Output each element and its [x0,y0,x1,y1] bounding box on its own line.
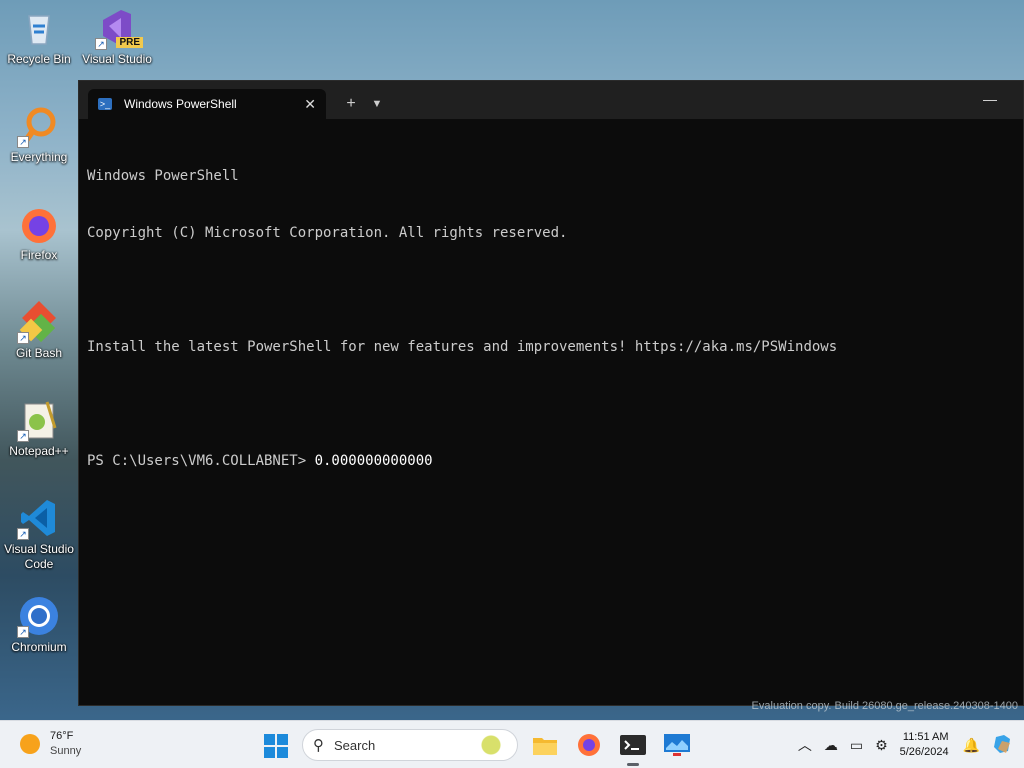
windows-logo-pane [277,747,288,758]
shortcut-arrow-icon: ↗ [17,430,29,442]
shortcut-arrow-icon: ↗ [17,528,29,540]
desktop-icon-label: Visual Studio [82,52,152,66]
search-placeholder: Search [334,737,376,753]
recycle-bin-icon[interactable]: Recycle Bin [0,6,78,67]
desktop-icon-label: Firefox [20,248,58,262]
folder-icon [533,738,557,755]
vscode-glyph: ↗ [17,496,61,540]
visual-studio-glyph: PRE ↗ [95,6,143,50]
firefox-glyph [17,202,61,246]
search-icon: ⚲ [313,737,324,754]
remote-desktop-taskbar-button[interactable] [662,730,692,760]
taskbar: 76°F Sunny ⚲ Search ︿ ☁ ▭ ⚙ 11:51 AM 5/2… [0,720,1024,768]
sun-icon [20,734,40,754]
console-line: Copyright (C) Microsoft Corporation. All… [87,225,568,241]
console-line: Install the latest PowerShell for new fe… [87,339,838,355]
console-output[interactable]: Windows PowerShell Copyright (C) Microso… [79,119,1023,519]
start-button[interactable] [264,734,288,758]
clock-date: 5/26/2024 [899,746,949,758]
chromium-glyph: ↗ [17,594,61,638]
shortcut-arrow-icon: ↗ [95,38,107,50]
windows-logo-pane [264,747,275,758]
pre-badge: PRE [116,37,143,48]
shortcut-arrow-icon: ↗ [17,332,29,344]
vscode-icon[interactable]: ↗ Visual Studio Code [0,496,78,572]
desktop-icon-label: Chromium [11,640,67,654]
notepad-plus-plus-glyph: ↗ [17,398,61,442]
search-highlight-icon [479,734,509,756]
shortcut-arrow-icon: ↗ [17,626,29,638]
prompt-line: PS C:\Users\VM6.COLLABNET> 0.00000000000… [87,452,1015,471]
windows-logo-icon [264,734,275,745]
notepad-plus-plus-icon[interactable]: ↗ Notepad++ [0,398,78,459]
prompt: PS C:\Users\VM6.COLLABNET> [87,453,315,469]
everything-icon[interactable]: ↗ Everything [0,104,78,165]
close-tab-icon[interactable]: ✕ [304,96,316,113]
visual-studio-icon[interactable]: PRE ↗ Visual Studio [78,6,156,67]
git-bash-glyph: ↗ [17,300,61,344]
minimize-button[interactable]: — [983,91,997,107]
desktop-icons: Recycle Bin PRE ↗ Visual Studio ↗ Everyt… [0,0,152,720]
recycle-bin-glyph [17,6,61,50]
accessibility-icon[interactable]: ⚙ [875,737,888,754]
terminal-taskbar-button[interactable] [618,730,648,766]
weather-widget[interactable]: 76°F Sunny [20,729,81,759]
chevron-up-icon[interactable]: ︿ [798,735,812,755]
desktop-icon-label: Git Bash [15,346,63,360]
monitor-icon [664,734,690,756]
everything-glyph: ↗ [17,104,61,148]
clock[interactable]: 11:51 AM 5/26/2024 [900,730,949,760]
weather-temp: 76°F [50,730,74,742]
search-input[interactable]: ⚲ Search [302,729,518,761]
desktop-icon-label: Notepad++ [9,444,69,458]
desktop-icon-label: Visual Studio Code [4,542,74,571]
command-input[interactable]: 0.000000000000 [315,453,433,469]
system-tray: ︿ ☁ ▭ ⚙ 11:51 AM 5/26/2024 🔔 [792,721,1024,768]
evaluation-watermark: Evaluation copy. Build 26080.ge_release.… [751,700,1018,712]
cloud-offline-icon[interactable]: ☁ [824,737,838,754]
console-line: Windows PowerShell [87,168,239,184]
powershell-icon: >_ [98,98,112,110]
weather-condition: Sunny [50,745,82,757]
copilot-glyph [994,734,1010,753]
windows-logo-pane [277,734,288,745]
terminal-titlebar[interactable]: >_ Windows PowerShell ✕ + ▼ — [79,81,1023,119]
file-explorer-taskbar-button[interactable] [530,730,560,760]
firefox-icon[interactable]: Firefox [0,202,78,263]
git-bash-icon[interactable]: ↗ Git Bash [0,300,78,361]
tab-title: Windows PowerShell [124,97,237,111]
chromium-icon[interactable]: ↗ Chromium [0,594,78,655]
copilot-icon[interactable] [992,733,1014,758]
tab-windows-powershell[interactable]: >_ Windows PowerShell ✕ [88,89,326,119]
chevron-down-icon[interactable]: ▼ [368,89,386,119]
firefox-taskbar-button[interactable] [574,730,604,760]
firefox-icon [578,734,600,756]
terminal-window[interactable]: >_ Windows PowerShell ✕ + ▼ — Windows Po… [78,80,1024,706]
display-icon[interactable]: ▭ [850,737,863,754]
shortcut-arrow-icon: ↗ [17,136,29,148]
notification-bell-icon[interactable]: 🔔 [963,737,980,754]
desktop-icon-label: Everything [10,150,68,164]
terminal-icon [620,735,646,755]
desktop-icon-label: Recycle Bin [7,52,71,66]
clock-time: 11:51 AM [902,731,949,743]
new-tab-button[interactable]: + [342,89,360,119]
